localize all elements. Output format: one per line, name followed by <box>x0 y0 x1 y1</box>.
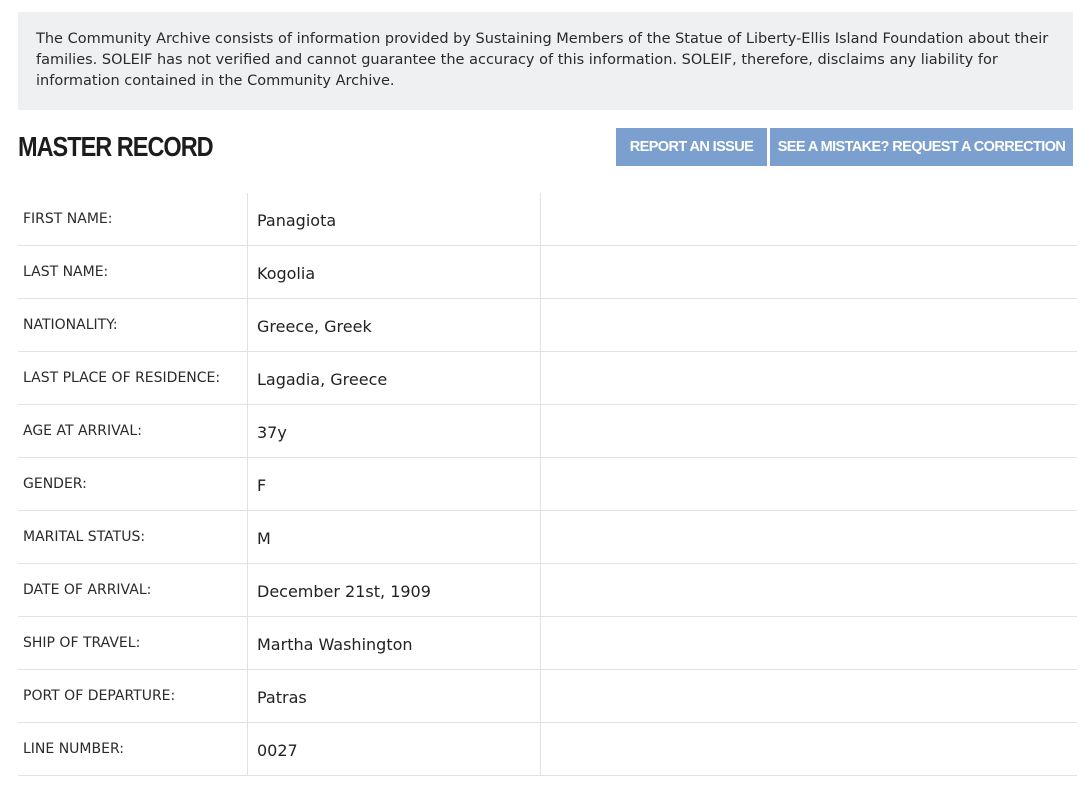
empty-cell <box>542 723 1077 775</box>
record-row-first-name: FIRST NAME: Panagiota <box>18 193 1077 246</box>
record-row-marital-status: MARITAL STATUS: M <box>18 511 1077 564</box>
field-label: SHIP OF TRAVEL: <box>18 617 248 669</box>
field-value: F <box>249 458 541 510</box>
empty-cell <box>542 617 1077 669</box>
record-row-gender: GENDER: F <box>18 458 1077 511</box>
record-row-line-number: LINE NUMBER: 0027 <box>18 723 1077 776</box>
field-label: AGE AT ARRIVAL: <box>18 405 248 457</box>
empty-cell <box>542 564 1077 616</box>
field-value: 37y <box>249 405 541 457</box>
record-row-residence: LAST PLACE OF RESIDENCE: Lagadia, Greece <box>18 352 1077 405</box>
report-issue-button[interactable]: REPORT AN ISSUE <box>616 128 767 166</box>
field-value: December 21st, 1909 <box>249 564 541 616</box>
empty-cell <box>542 352 1077 404</box>
field-label: LINE NUMBER: <box>18 723 248 775</box>
field-label: FIRST NAME: <box>18 193 248 245</box>
disclaimer-notice: The Community Archive consists of inform… <box>18 12 1073 110</box>
field-value: Patras <box>249 670 541 722</box>
empty-cell <box>542 405 1077 457</box>
record-row-nationality: NATIONALITY: Greece, Greek <box>18 299 1077 352</box>
field-label: MARITAL STATUS: <box>18 511 248 563</box>
field-label: LAST NAME: <box>18 246 248 298</box>
record-row-arrival-date: DATE OF ARRIVAL: December 21st, 1909 <box>18 564 1077 617</box>
record-row-departure-port: PORT OF DEPARTURE: Patras <box>18 670 1077 723</box>
empty-cell <box>542 246 1077 298</box>
field-label: LAST PLACE OF RESIDENCE: <box>18 352 248 404</box>
master-record-table: FIRST NAME: Panagiota LAST NAME: Kogolia… <box>18 193 1077 776</box>
empty-cell <box>542 193 1077 245</box>
field-value: Lagadia, Greece <box>249 352 541 404</box>
field-value: Greece, Greek <box>249 299 541 351</box>
record-row-ship: SHIP OF TRAVEL: Martha Washington <box>18 617 1077 670</box>
field-value: Panagiota <box>249 193 541 245</box>
field-label: NATIONALITY: <box>18 299 248 351</box>
field-value: 0027 <box>249 723 541 775</box>
page-title: MASTER RECORD <box>18 131 214 162</box>
empty-cell <box>542 299 1077 351</box>
field-label: GENDER: <box>18 458 248 510</box>
disclaimer-text: The Community Archive consists of inform… <box>36 31 1049 89</box>
empty-cell <box>542 511 1077 563</box>
field-label: DATE OF ARRIVAL: <box>18 564 248 616</box>
field-label: PORT OF DEPARTURE: <box>18 670 248 722</box>
record-row-age: AGE AT ARRIVAL: 37y <box>18 405 1077 458</box>
field-value: Martha Washington <box>249 617 541 669</box>
field-value: M <box>249 511 541 563</box>
record-row-last-name: LAST NAME: Kogolia <box>18 246 1077 299</box>
field-value: Kogolia <box>249 246 541 298</box>
request-correction-button[interactable]: SEE A MISTAKE? REQUEST A CORRECTION <box>770 128 1073 166</box>
empty-cell <box>542 458 1077 510</box>
empty-cell <box>542 670 1077 722</box>
